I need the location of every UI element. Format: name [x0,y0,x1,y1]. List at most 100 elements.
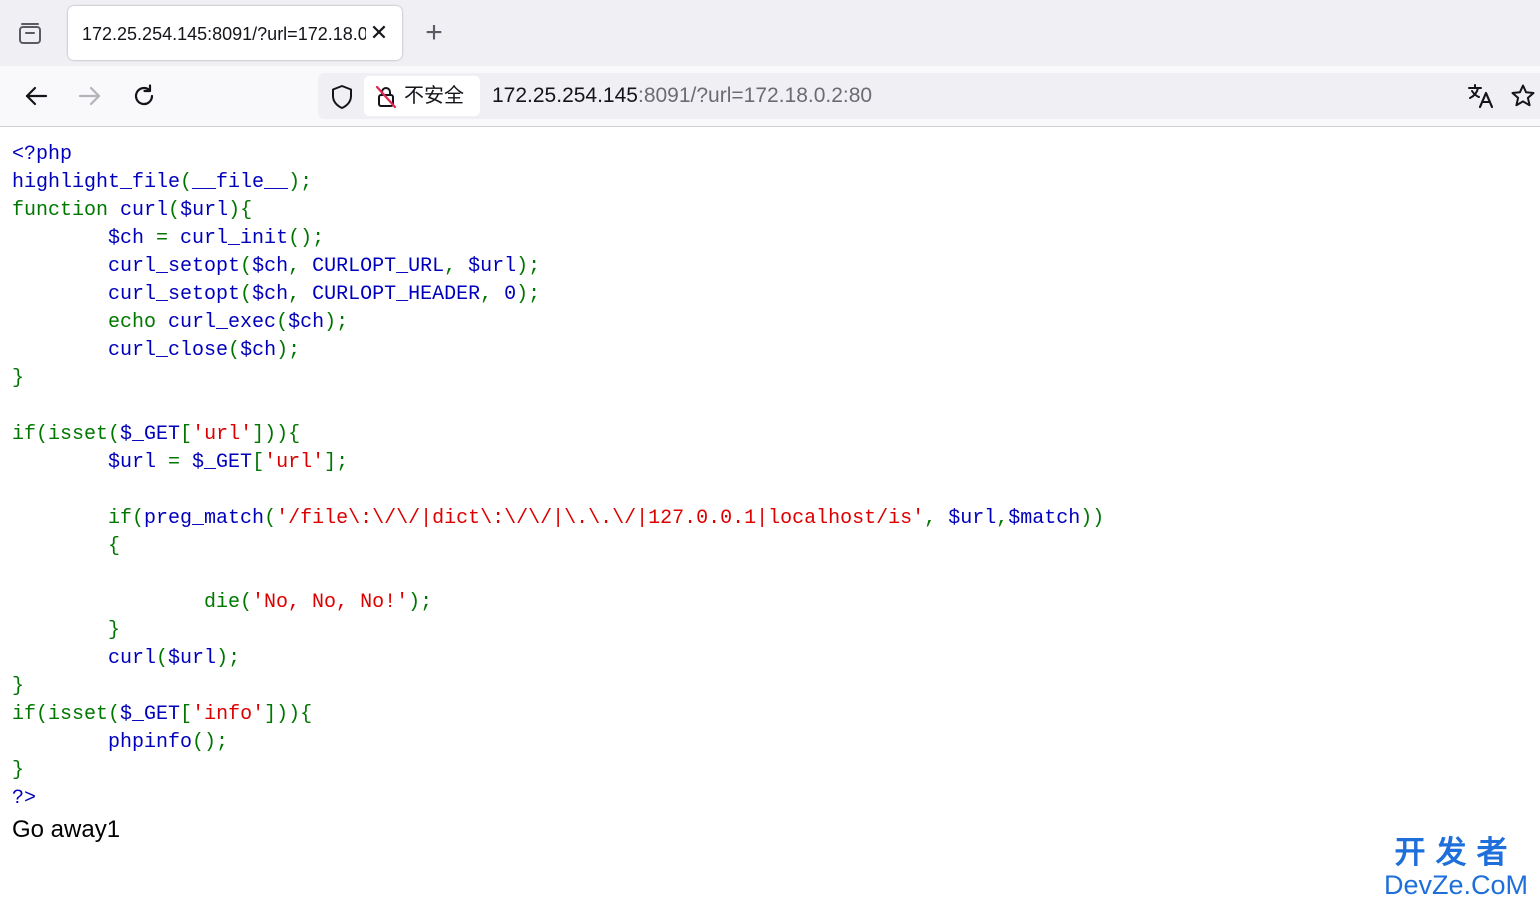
url-path: :8091/?url=172.18.0.2:80 [637,84,873,107]
code-line: } [12,365,1522,393]
code-line: if(isset($_GET['url'])){ [12,421,1522,449]
watermark-line-1: 开发者 [1394,835,1518,871]
code-line: curl($url); [12,645,1522,673]
devze-watermark: 开发者 DevZe.CoM [1380,836,1532,900]
code-token: { [12,535,121,558]
code-token: $_GET [120,423,181,446]
code-token: 'No, No, No!' [252,591,409,614]
code-token: ( [228,339,241,362]
code-token: ])){ [252,423,301,446]
code-token: $_GET [192,451,253,474]
code-token: ); [516,255,541,278]
code-token: } [12,759,25,782]
tab-close-icon[interactable]: ✕ [368,21,390,45]
url-text[interactable]: 172.25.254.145:8091/?url=172.18.0.2:80 [492,83,872,109]
forward-arrow-icon [78,86,101,106]
code-token: , [444,255,469,278]
code-token: , [924,507,949,530]
address-bar[interactable]: 不安全 172.25.254.145:8091/?url=172.18.0.2:… [318,73,1540,119]
code-line: echo curl_exec($ch); [12,309,1522,337]
code-token: __file__ [192,171,289,194]
code-token: ( [168,199,181,222]
star-icon [1511,84,1535,107]
code-token: $url [468,255,517,278]
new-tab-button[interactable]: + [418,18,450,50]
code-line: curl_setopt($ch, CURLOPT_HEADER, 0); [12,281,1522,309]
code-token: , [996,507,1009,530]
code-token: [ [180,703,193,726]
code-token: ]; [324,451,349,474]
translate-icon [1468,84,1494,109]
code-token: ); [276,339,301,362]
code-token: (); [192,731,229,754]
code-token: CURLOPT_URL [312,255,445,278]
code-token: $url [948,507,997,530]
code-token: $ch [252,255,289,278]
code-token: = [156,227,181,250]
code-token: )) [1080,507,1105,530]
code-token: ( [240,283,253,306]
code-token: ( [180,171,193,194]
forward-button[interactable] [74,80,106,112]
code-token: if(isset( [12,703,121,726]
code-line: function curl($url){ [12,197,1522,225]
url-host: 172.25.254.145 [492,84,638,107]
code-token: $ch [108,227,157,250]
code-token: ( [240,255,253,278]
code-token: ( [276,311,289,334]
code-token: if(isset( [12,423,121,446]
back-button[interactable] [20,80,52,112]
code-token: '/file\:\/\/|dict\:\/\/|\.\.\/|127.0.0.1… [276,507,925,530]
code-token: die( [12,591,253,614]
tracking-protection-button[interactable] [328,83,356,111]
code-token: echo [12,311,169,334]
code-token: } [12,367,25,390]
tab-bar: 172.25.254.145:8091/?url=172.18.0.2:80 ✕… [0,0,1540,66]
code-line: } [12,617,1522,645]
code-token: curl_setopt [108,283,241,306]
code-line: curl_setopt($ch, CURLOPT_URL, $url); [12,253,1522,281]
code-token: ( [264,507,277,530]
tab-list-icon [19,23,41,44]
code-token: , [480,283,505,306]
code-token: ); [216,647,241,670]
code-token: <?php [12,143,73,166]
code-token: $url [108,451,169,474]
code-token: highlight_file [12,171,181,194]
code-token: } [12,619,121,642]
code-token: $ch [288,311,325,334]
code-token: ); [288,171,313,194]
code-token: , [288,255,313,278]
code-token: , [288,283,313,306]
php-source-code: <?php highlight_file(__file__); function c… [12,141,1522,813]
bookmark-button[interactable] [1508,81,1538,111]
site-security-indicator[interactable]: 不安全 [364,76,480,116]
insecure-lock-icon [375,85,397,109]
code-token: [ [180,423,193,446]
code-token: ){ [228,199,253,222]
reload-button[interactable] [128,80,160,112]
code-token: preg_match [144,507,265,530]
code-token: $url [180,199,229,222]
code-token: [ [252,451,265,474]
active-tab[interactable]: 172.25.254.145:8091/?url=172.18.0.2:80 ✕ [68,6,402,60]
translate-button[interactable] [1466,81,1496,111]
code-token: curl_exec [168,311,277,334]
code-token: phpinfo [108,731,193,754]
code-token: curl_setopt [108,255,241,278]
tab-list-button[interactable] [14,18,46,50]
code-token: $match [1008,507,1081,530]
code-line: curl_close($ch); [12,337,1522,365]
code-token: ); [324,311,349,334]
code-token: function [12,199,121,222]
code-line: if(isset($_GET['info'])){ [12,701,1522,729]
code-token: ( [156,647,169,670]
code-token: ?> [12,787,37,810]
